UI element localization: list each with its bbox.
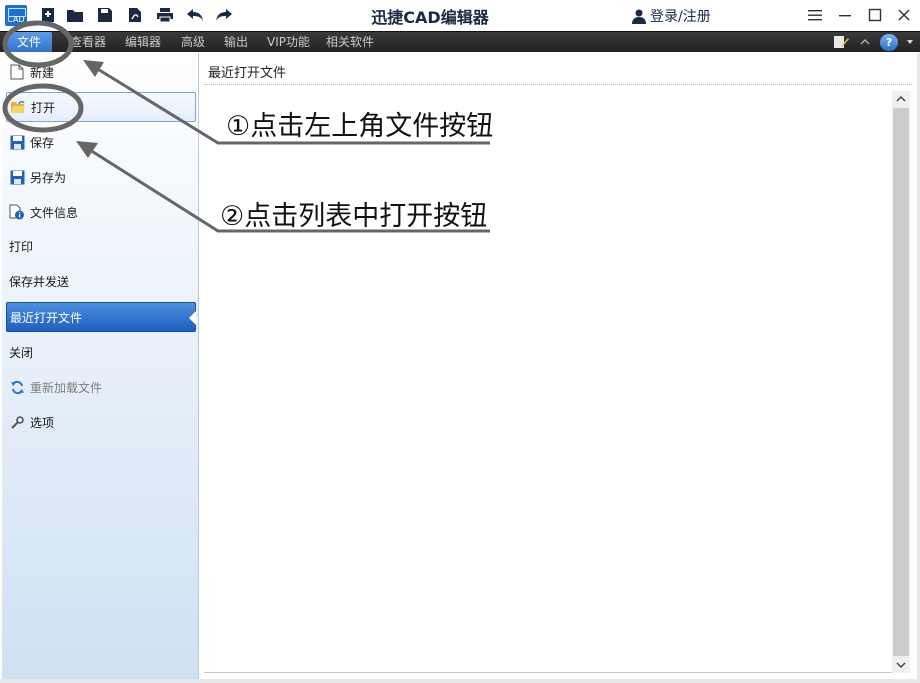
page-title: 最近打开文件	[208, 66, 287, 81]
ribbon-tab-bar: 文件 查看器 编辑器 高级 输出 VIP功能 相关软件 ?	[0, 31, 920, 52]
sidebar-item-save-and-send[interactable]: 保存并发送	[6, 266, 196, 296]
scroll-down-icon[interactable]	[892, 657, 910, 673]
sidebar-item-save[interactable]: 保存	[6, 127, 196, 157]
scrollbar-thumb[interactable]	[893, 108, 909, 656]
tab-related-software[interactable]: 相关软件	[326, 32, 374, 52]
annotation-step1: ①点击左上角文件按钮	[226, 111, 494, 142]
sidebar-item-label: 关闭	[9, 345, 34, 360]
help-button[interactable]: ?	[880, 33, 898, 51]
tab-advanced[interactable]: 高级	[181, 32, 205, 52]
open-folder-icon	[10, 99, 26, 115]
collapse-ribbon-icon[interactable]	[858, 35, 872, 49]
sidebar-item-label: 新建	[30, 65, 55, 80]
sidebar-item-label: 另存为	[30, 170, 67, 185]
user-icon	[632, 9, 646, 24]
sidebar-item-file-info[interactable]: 文件信息	[6, 197, 196, 227]
window-title: 迅捷CAD编辑器	[371, 8, 489, 27]
sidebar-item-label: 重新加载文件	[30, 380, 103, 395]
recent-files-list[interactable]	[204, 89, 894, 671]
app-logo-icon[interactable]: CAD	[5, 5, 27, 26]
sidebar-item-save-as[interactable]: 另存为	[6, 162, 196, 192]
selection-notch	[189, 311, 196, 325]
sidebar-item-label: 选项	[30, 415, 55, 430]
sidebar-item-reload[interactable]: 重新加载文件	[6, 372, 196, 402]
menu-icon[interactable]	[804, 4, 826, 26]
sidebar-item-label: 最近打开文件	[10, 310, 83, 325]
sidebar-item-options[interactable]: 选项	[6, 407, 196, 437]
login-button[interactable]: 登录/注册	[632, 5, 711, 27]
dropdown-arrow-icon[interactable]	[906, 38, 914, 46]
annotation-step2: ②点击列表中打开按钮	[220, 201, 488, 232]
undo-icon[interactable]	[184, 4, 206, 26]
sidebar-item-label: 文件信息	[30, 205, 79, 220]
vertical-scrollbar[interactable]	[892, 91, 910, 673]
tab-file[interactable]: 文件	[6, 32, 52, 52]
sidebar-item-label: 打印	[9, 239, 34, 254]
new-file-icon	[9, 64, 25, 80]
sidebar-item-label: 保存并发送	[9, 274, 70, 289]
pdf-icon[interactable]	[124, 4, 146, 26]
title-bar: CAD 迅捷CAD编辑器 登录/注册	[0, 0, 920, 31]
save-icon	[9, 134, 25, 150]
tab-vip[interactable]: VIP功能	[267, 32, 310, 52]
sidebar-item-print[interactable]: 打印	[6, 231, 196, 261]
tab-output[interactable]: 输出	[224, 32, 248, 52]
app-logo-text: CAD	[7, 15, 25, 24]
wrench-icon	[9, 414, 25, 430]
sidebar-item-close[interactable]: 关闭	[6, 337, 196, 367]
scroll-up-icon[interactable]	[892, 91, 910, 107]
folder-icon[interactable]	[64, 4, 86, 26]
ribbon-right-tools: ?	[832, 33, 914, 51]
tab-viewer[interactable]: 查看器	[70, 32, 106, 52]
title-divider	[204, 84, 912, 85]
edit-note-icon[interactable]	[832, 34, 850, 50]
sidebar-item-new[interactable]: 新建	[6, 57, 196, 87]
add-file-icon[interactable]	[38, 4, 60, 26]
save-as-icon	[9, 169, 25, 185]
reload-icon	[9, 379, 25, 395]
sidebar-item-recent-files[interactable]: 最近打开文件	[6, 302, 196, 332]
login-label: 登录/注册	[650, 9, 711, 25]
sidebar-item-label: 打开	[31, 100, 56, 115]
file-info-icon	[9, 204, 25, 220]
save-icon[interactable]	[94, 4, 116, 26]
sidebar-item-label: 保存	[30, 135, 55, 150]
recent-files-panel: 最近打开文件	[200, 53, 918, 679]
tab-editor[interactable]: 编辑器	[125, 32, 161, 52]
close-icon[interactable]	[893, 4, 915, 26]
maximize-icon[interactable]	[864, 4, 886, 26]
minimize-icon[interactable]	[834, 4, 856, 26]
redo-icon[interactable]	[213, 4, 235, 26]
print-icon[interactable]	[154, 4, 176, 26]
sidebar-item-open[interactable]: 打开	[6, 92, 196, 122]
window-frame-bottom	[0, 679, 920, 683]
file-menu-sidebar: 新建 打开 保存 另存为 文件信息 打印 保存并发送 最近打开文件 关闭 重新加…	[2, 53, 199, 679]
bottom-divider	[204, 672, 892, 673]
